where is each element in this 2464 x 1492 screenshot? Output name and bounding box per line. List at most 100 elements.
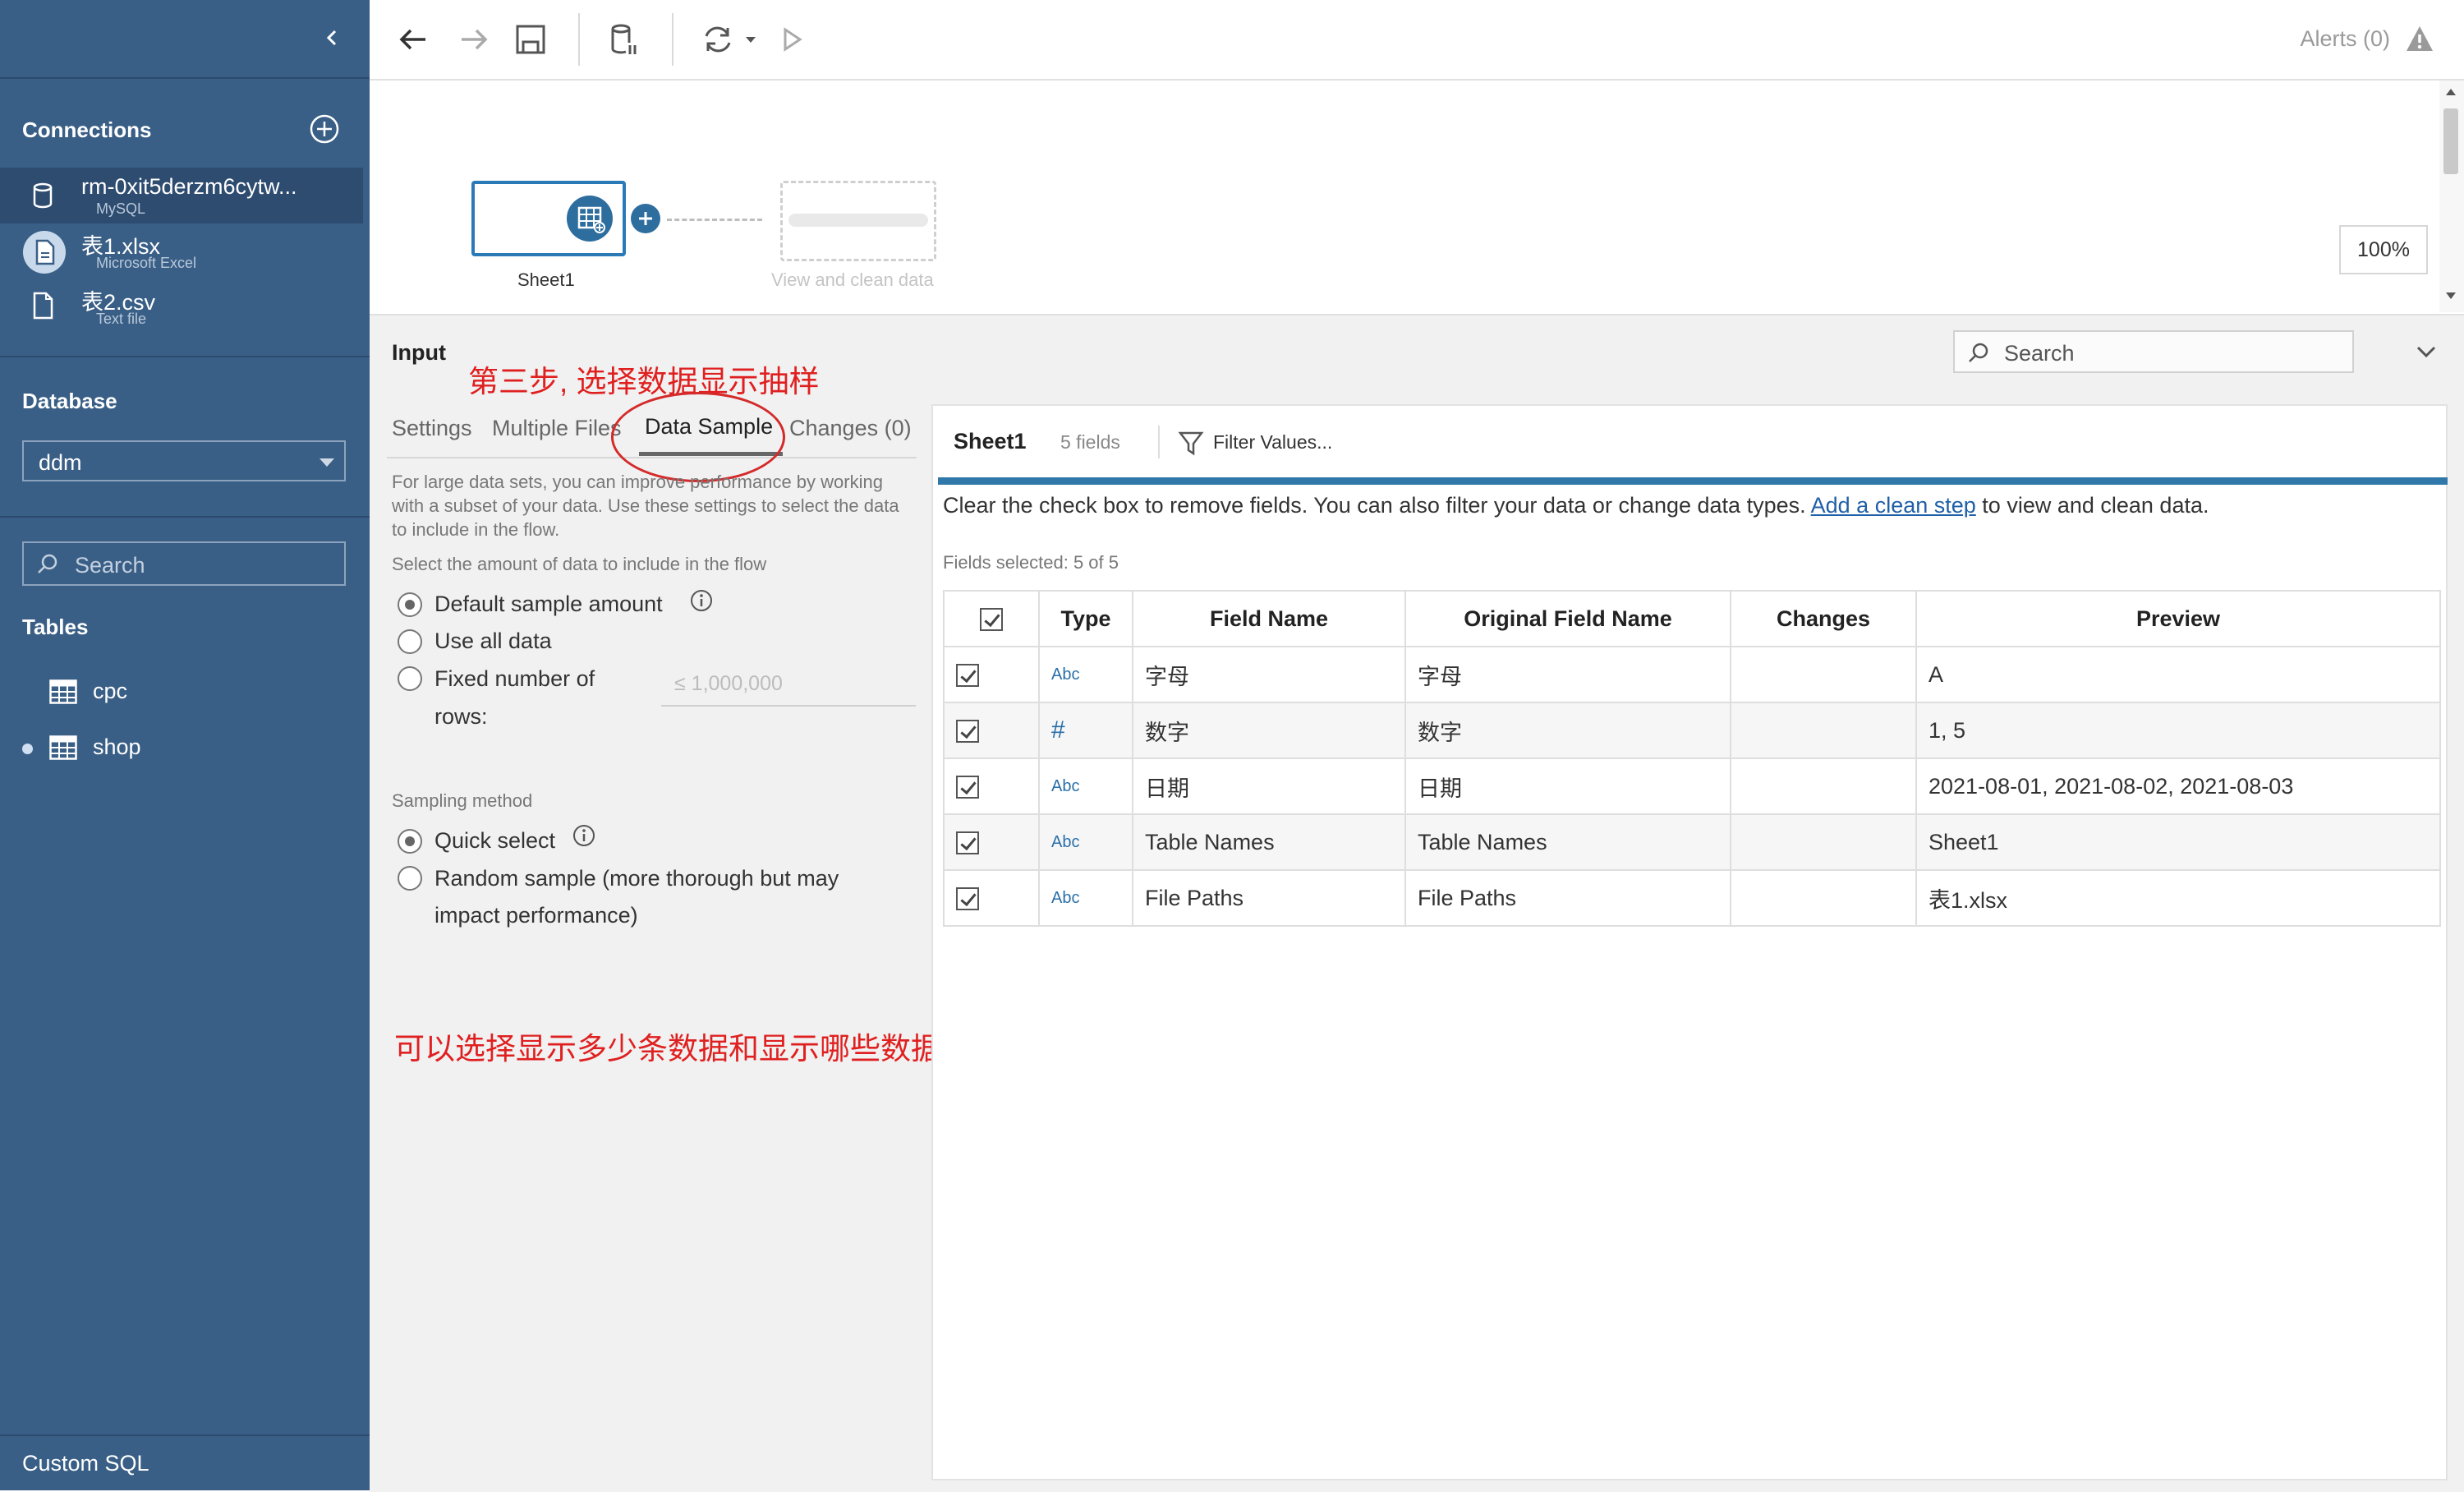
fixed-rows-radio[interactable]	[398, 666, 422, 691]
sampling-label: Sampling method	[392, 790, 533, 811]
panel-search-input[interactable]: Search	[1953, 330, 2354, 373]
flow-connector	[667, 219, 762, 221]
add-clean-step-link[interactable]: Add a clean step	[1811, 493, 1976, 518]
table-row[interactable]: Abc Table Names Table Names Sheet1	[943, 813, 2441, 871]
string-type-icon[interactable]: Abc	[1038, 758, 1133, 815]
scroll-down-icon[interactable]	[2446, 292, 2456, 299]
column-header-preview[interactable]: Preview	[1915, 590, 2441, 647]
radio-label: Use all data	[434, 629, 552, 653]
field-checkbox[interactable]	[956, 776, 979, 799]
column-header-type[interactable]: Type	[1038, 590, 1133, 647]
custom-sql-link[interactable]: Custom SQL	[22, 1451, 149, 1476]
radio-label: Random sample (more thorough but may	[434, 866, 839, 891]
default-sample-radio[interactable]	[398, 592, 422, 617]
ghost-bar	[788, 214, 928, 227]
column-header-changes[interactable]: Changes	[1730, 590, 1917, 647]
info-icon[interactable]	[572, 824, 595, 847]
random-sample-radio[interactable]	[398, 866, 422, 891]
search-icon	[1969, 343, 1988, 362]
scroll-up-icon[interactable]	[2446, 89, 2456, 95]
table-row[interactable]: # 数字 数字 1, 5	[943, 702, 2441, 759]
refresh-icon[interactable]	[698, 20, 738, 59]
field-name[interactable]: 数字	[1132, 702, 1406, 759]
table-row[interactable]: Abc File Paths File Paths 表1.xlsx	[943, 869, 2441, 927]
flow-canvas[interactable]: Sheet1 View and clean data 100%	[370, 81, 2439, 312]
tab-changes[interactable]: Changes (0)	[789, 416, 912, 441]
column-header-field[interactable]: Field Name	[1132, 590, 1406, 647]
string-type-icon[interactable]: Abc	[1038, 646, 1133, 703]
tab-settings[interactable]: Settings	[392, 416, 472, 441]
connection-item[interactable]: 表1.xlsx Microsoft Excel	[0, 223, 363, 279]
table-item-cpc[interactable]: cpc	[0, 667, 370, 716]
sample-description: For large data sets, you can improve per…	[392, 472, 899, 540]
warning-icon[interactable]	[2405, 25, 2434, 53]
table-name: shop	[93, 734, 141, 759]
field-preview: 2021-08-01, 2021-08-02, 2021-08-03	[1915, 758, 2441, 815]
node-label: Sheet1	[517, 269, 575, 290]
filter-icon[interactable]	[1177, 429, 1205, 457]
radio-label-cont: impact performance)	[434, 903, 638, 928]
table-search-input[interactable]: Search	[22, 541, 346, 586]
number-type-icon[interactable]: #	[1038, 702, 1133, 759]
info-icon[interactable]	[690, 589, 713, 612]
chevron-down-icon[interactable]	[2415, 343, 2438, 360]
checkbox-cell	[943, 813, 1040, 871]
radio-label-cont: rows:	[434, 704, 488, 729]
divider	[0, 1434, 370, 1436]
back-icon[interactable]	[394, 20, 434, 59]
filter-values-button[interactable]: Filter Values...	[1213, 431, 1332, 454]
string-type-icon[interactable]: Abc	[1038, 869, 1133, 927]
database-select[interactable]: ddm	[22, 440, 346, 481]
rows-number-input[interactable]: ≤ 1,000,000	[661, 664, 916, 707]
data-source-pause-icon[interactable]	[605, 20, 644, 59]
field-name[interactable]: Table Names	[1132, 813, 1406, 871]
radio-label: Default sample amount	[434, 592, 663, 616]
add-connection-icon[interactable]	[309, 113, 340, 145]
field-checkbox[interactable]	[956, 720, 979, 744]
refresh-dropdown-icon[interactable]	[742, 20, 759, 59]
connection-type: Microsoft Excel	[96, 255, 197, 271]
select-all-checkbox[interactable]	[980, 608, 1003, 632]
field-preview: A	[1915, 646, 2441, 703]
field-checkbox[interactable]	[956, 887, 979, 911]
field-checkbox[interactable]	[956, 664, 979, 688]
search-icon	[38, 554, 57, 573]
run-flow-icon[interactable]	[772, 20, 811, 59]
forward-icon[interactable]	[453, 20, 493, 59]
rows-placeholder: ≤ 1,000,000	[674, 672, 783, 695]
table-item-shop[interactable]: shop	[0, 723, 370, 772]
table-row[interactable]: Abc 字母 字母 A	[943, 646, 2441, 703]
add-step-button[interactable]	[631, 204, 660, 233]
tab-multiple-files[interactable]: Multiple Files	[492, 416, 622, 441]
plus-icon	[639, 212, 652, 225]
toolbar: Alerts (0)	[370, 0, 2464, 81]
table-row[interactable]: Abc 日期 日期 2021-08-01, 2021-08-02, 2021-0…	[943, 758, 2441, 815]
connections-heading: Connections	[22, 117, 152, 142]
field-name[interactable]: File Paths	[1132, 869, 1406, 927]
field-name[interactable]: 日期	[1132, 758, 1406, 815]
scroll-thumb[interactable]	[2443, 108, 2458, 174]
divider	[0, 77, 370, 79]
toolbar-separator	[578, 13, 580, 66]
checkbox-cell	[943, 702, 1040, 759]
canvas-scrollbar[interactable]	[2439, 81, 2464, 312]
use-all-data-radio[interactable]	[398, 629, 422, 654]
ghost-step-label: View and clean data	[771, 269, 934, 290]
field-checkbox[interactable]	[956, 831, 979, 855]
fields-selected: Fields selected: 5 of 5	[943, 552, 1119, 573]
sheet-name: Sheet1	[954, 429, 1027, 454]
field-changes	[1730, 758, 1917, 815]
connection-item[interactable]: rm-0xit5derzm6cytw... MySQL	[0, 168, 363, 223]
checkbox-cell	[943, 646, 1040, 703]
alerts-label[interactable]: Alerts (0)	[2300, 26, 2390, 52]
column-header-original[interactable]: Original Field Name	[1404, 590, 1731, 647]
field-name[interactable]: 字母	[1132, 646, 1406, 703]
connection-item[interactable]: 表2.csv Text file	[0, 279, 363, 335]
collapse-sidebar-icon[interactable]	[322, 23, 342, 53]
string-type-icon[interactable]: Abc	[1038, 813, 1133, 871]
zoom-level[interactable]: 100%	[2339, 225, 2428, 274]
save-icon[interactable]	[511, 20, 550, 59]
original-field-name: File Paths	[1404, 869, 1731, 927]
quick-select-radio[interactable]	[398, 829, 422, 854]
amount-label: Select the amount of data to include in …	[392, 554, 767, 574]
